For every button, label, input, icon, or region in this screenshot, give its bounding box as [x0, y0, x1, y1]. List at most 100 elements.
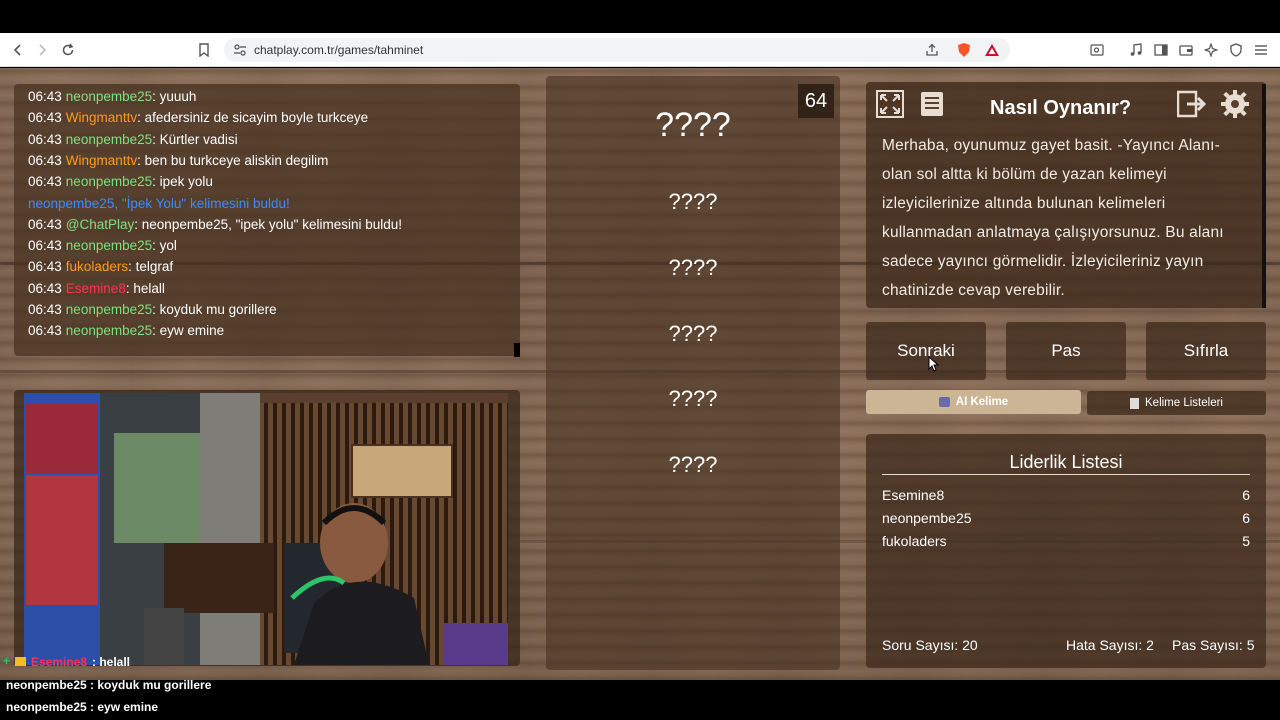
chat-username[interactable]: neonpembe25: [66, 323, 152, 338]
leaderboard-row: neonpembe25 6: [882, 510, 1250, 526]
menu-icon[interactable]: [1253, 42, 1269, 58]
robot-icon: [938, 397, 950, 407]
chat-text: : eyw emine: [152, 323, 225, 339]
chat-text: : helall: [125, 280, 165, 296]
player-name: fukoladers: [882, 533, 947, 549]
word-lists-tab[interactable]: Kelime Listeleri: [1087, 391, 1266, 415]
player-name: Esemine8: [882, 487, 945, 503]
wall-slat: [264, 403, 268, 665]
player-score: 6: [1242, 487, 1250, 503]
leaderboard-row: fukoladers 5: [882, 533, 1250, 549]
leaderboard-title: Liderlik Listesi: [1009, 452, 1123, 472]
exit-icon[interactable]: [1176, 88, 1208, 120]
overlay-user: Esemine8: [31, 655, 88, 669]
chat-time: 06:43: [28, 110, 62, 126]
player-score: 5: [1242, 533, 1250, 549]
chat-message: 06:43 fukoladers: telgraf: [28, 259, 173, 274]
leo-ai-icon[interactable]: [1203, 42, 1219, 58]
settings-gear-icon[interactable]: [1219, 88, 1251, 120]
brave-rewards-icon[interactable]: [984, 42, 1000, 58]
chat-message: 06:43 Wingmanttv: afedersiniz de sicayim …: [28, 110, 368, 125]
chat-message: 06:43 Esemine8: helall: [28, 281, 165, 296]
window-top-bar: [0, 0, 1280, 33]
pass-button[interactable]: Pas: [1006, 322, 1126, 380]
webcam-video: [24, 393, 508, 665]
chat-username[interactable]: @ChatPlay: [66, 217, 134, 232]
chat-username[interactable]: neonpembe25, "İpek Yolu" kelimesini buld…: [28, 196, 290, 211]
chat-text: : neonpembe25, "ipek yolu" kelimesini bu…: [134, 216, 403, 232]
leaderboard-row: Esemine8 6: [882, 487, 1250, 503]
chat-time: 06:43: [28, 89, 62, 104]
fullscreen-icon[interactable]: [874, 88, 906, 120]
chat-text: : koyduk mu gorillere: [152, 302, 277, 317]
chat-message: 06:43 neonpembe25: koyduk mu gorillere: [28, 302, 277, 317]
ai-word-tab[interactable]: AI Kelime: [866, 390, 1081, 414]
forbidden-word-5: ????: [668, 452, 718, 477]
how-to-play-text: Merhaba, oyunumuz gayet basit. -Yayıncı …: [882, 137, 1224, 299]
leaderboard-divider: [882, 474, 1250, 475]
chat-username[interactable]: fukoladers: [66, 259, 128, 274]
site-info-icon[interactable]: [232, 42, 248, 58]
back-icon[interactable]: [8, 40, 28, 60]
list-icon: [1130, 397, 1139, 409]
overlay-chat-line: neonpembe25 : koyduk mu gorillere: [6, 678, 212, 692]
sidebar-icon[interactable]: [1153, 42, 1169, 58]
wall-slat: [273, 403, 277, 665]
chat-scrollbar[interactable]: [514, 343, 520, 357]
plus-icon: +: [3, 654, 11, 668]
chat-message: 06:43 Wingmanttv: ben bu turkceye aliskin…: [28, 153, 328, 168]
mouse-cursor-icon: [928, 355, 940, 377]
forbidden-word-1: ????: [668, 189, 718, 214]
media-icon[interactable]: [1128, 42, 1144, 58]
howto-scrollbar[interactable]: [1262, 84, 1266, 308]
chat-message: neonpembe25, "İpek Yolu" kelimesini buld…: [28, 196, 290, 211]
player-name: neonpembe25: [882, 510, 972, 526]
player-score: 6: [1242, 510, 1250, 526]
main-word: ????: [655, 106, 731, 144]
forward-icon[interactable]: [32, 40, 52, 60]
chat-message: 06:43 neonpembe25: ipek yolu: [28, 174, 213, 189]
forbidden-word-3: ????: [668, 321, 718, 346]
tab-search-icon[interactable]: [1089, 42, 1105, 58]
chat-time: 06:43: [28, 280, 62, 296]
overlay-chat-line: + Esemine8 : helall: [0, 654, 200, 670]
chat-text: : ipek yolu: [152, 174, 213, 190]
chat-text: : ben bu turkceye aliskin degilim: [137, 152, 329, 168]
chat-text: : yol: [152, 238, 177, 254]
chat-message: 06:43 neonpembe25: Kürtler vadisi: [28, 132, 238, 147]
forbidden-word-4: ????: [668, 386, 718, 411]
url-text[interactable]: chatplay.com.tr/games/tahminet: [254, 43, 423, 57]
wallet-icon[interactable]: [1178, 42, 1194, 58]
chat-time: 06:43: [28, 174, 62, 190]
share-icon[interactable]: [924, 42, 940, 58]
next-button[interactable]: Sonraki: [866, 322, 986, 380]
crown-icon: [15, 657, 26, 666]
chat-username[interactable]: neonpembe25: [66, 132, 152, 147]
overlay-text: : helall: [92, 655, 131, 669]
chat-username[interactable]: neonpembe25: [66, 302, 152, 317]
chat-time: 06:43: [28, 152, 62, 168]
chat-username[interactable]: neonpembe25: [66, 89, 152, 104]
word-lists-label: Kelime Listeleri: [1145, 397, 1223, 409]
brave-shield-icon[interactable]: [956, 42, 972, 58]
chat-username[interactable]: Wingmanttv: [66, 110, 137, 125]
chat-time: 06:43: [28, 131, 62, 147]
bookmark-icon[interactable]: [194, 40, 214, 60]
chat-username[interactable]: Esemine8: [66, 281, 126, 296]
reset-button[interactable]: Sıfırla: [1146, 322, 1266, 380]
vpn-icon[interactable]: [1228, 42, 1244, 58]
chat-text: : telgraf: [128, 259, 174, 275]
address-bar[interactable]: chatplay.com.tr/games/tahminet: [224, 38, 1010, 62]
chat-username[interactable]: Wingmanttv: [66, 153, 137, 168]
pass-count: Pas Sayısı: 5: [1172, 637, 1255, 653]
question-count: Soru Sayısı: 20: [882, 637, 978, 653]
chat-username[interactable]: neonpembe25: [66, 238, 152, 253]
notes-icon[interactable]: [916, 88, 948, 120]
how-to-play-title: Nasıl Oynanır?: [990, 97, 1132, 119]
chat-time: 06:43: [28, 323, 62, 339]
webcam-scene: [24, 393, 508, 665]
reload-icon[interactable]: [58, 40, 78, 60]
chat-time: 06:43: [28, 259, 62, 275]
chat-username[interactable]: neonpembe25: [66, 174, 152, 189]
chat-message: 06:43 neonpembe25: yuuuh: [28, 89, 196, 104]
